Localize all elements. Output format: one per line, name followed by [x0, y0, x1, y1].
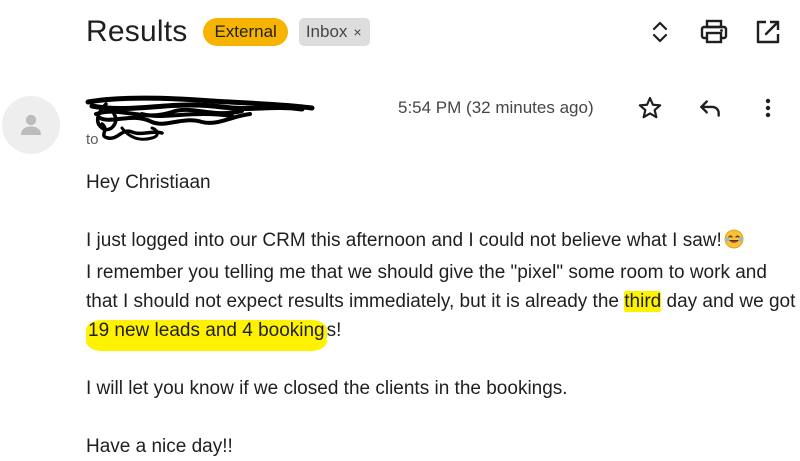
recipient-line[interactable]: to — [86, 131, 99, 148]
body-paragraph-main: I just logged into our CRM this afternoo… — [86, 226, 796, 347]
email-subject: Results — [86, 15, 188, 48]
body-line-crm: I just logged into our CRM this afternoo… — [86, 230, 722, 251]
open-in-new-window-icon[interactable] — [750, 14, 786, 50]
body-text-after-third: day and we got — [661, 291, 796, 312]
person-icon — [21, 114, 41, 135]
sender-avatar[interactable] — [2, 96, 60, 154]
highlight-third: third — [624, 291, 662, 312]
message-actions — [632, 90, 786, 126]
label-inbox-text: Inbox — [305, 22, 348, 41]
body-signoff: Have a nice day!! — [86, 436, 233, 457]
label-external[interactable]: External — [203, 18, 288, 46]
label-inbox[interactable]: Inbox × — [298, 18, 370, 46]
reply-icon[interactable] — [692, 90, 728, 126]
highlight-leads-bookings: 19 new leads and 4 booking — [86, 320, 327, 347]
laughing-emoji-icon — [724, 229, 744, 258]
to-prefix: to — [86, 131, 99, 148]
expand-collapse-icon[interactable] — [642, 14, 678, 50]
thread-actions — [624, 14, 786, 50]
body-paragraph-clients: I will let you know if we closed the cli… — [86, 378, 568, 399]
body-text-end: s! — [326, 320, 342, 341]
message-timestamp: 5:54 PM (32 minutes ago) — [398, 98, 594, 117]
subject-row: Results External Inbox × — [86, 12, 370, 52]
print-icon[interactable] — [696, 14, 732, 50]
redacted-sender-scribble — [85, 95, 315, 141]
message-body: Hey Christiaan I just logged into our CR… — [86, 168, 796, 461]
remove-label-icon[interactable]: × — [353, 18, 361, 46]
more-vert-icon[interactable] — [750, 90, 786, 126]
star-icon[interactable] — [632, 90, 668, 126]
greeting-line: Hey Christiaan — [86, 172, 211, 193]
